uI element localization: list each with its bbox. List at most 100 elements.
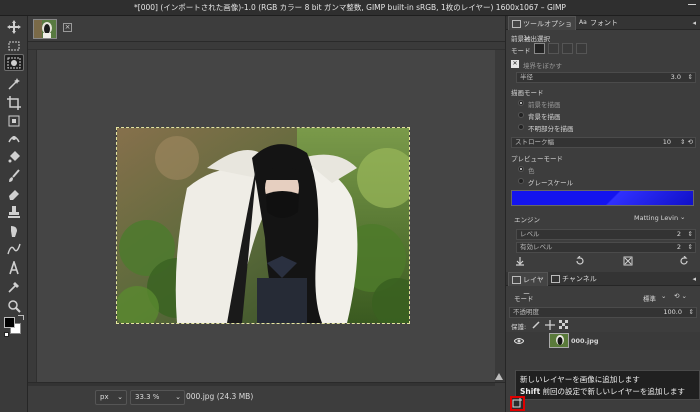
navigate-icon[interactable]	[495, 373, 503, 380]
composite-mode-icon[interactable]: ⟲ ⌄	[674, 292, 687, 300]
layers-icon	[512, 276, 521, 284]
layers-tabs: レイヤー チャンネル ◂	[506, 272, 700, 298]
canvas-area[interactable]	[28, 42, 505, 382]
active-levels-field[interactable]: 有効レベル 2 ⇕	[516, 242, 696, 253]
zoom-select[interactable]: 33.3 % ⌄	[130, 390, 185, 405]
close-tab-icon[interactable]: ×	[63, 23, 72, 32]
minimize-button[interactable]	[688, 4, 696, 5]
eraser-tool-icon[interactable]	[4, 185, 24, 202]
eye-icon[interactable]	[513, 335, 525, 347]
draw-foreground-radio[interactable]	[518, 100, 524, 106]
file-info: 000.jpg (24.3 MB)	[186, 392, 254, 401]
foreground-color-swatch[interactable]	[4, 317, 15, 328]
channels-icon	[551, 275, 560, 283]
tab-tool-options[interactable]: ツールオプション	[508, 16, 576, 42]
vertical-ruler[interactable]	[28, 50, 37, 382]
color-picker-tool-icon[interactable]	[4, 278, 24, 295]
levels-field[interactable]: レベル 2 ⇕	[516, 229, 696, 240]
opacity-label: 不透明度	[513, 308, 539, 316]
spin-icon[interactable]: ⇕ ⟲	[680, 138, 693, 147]
tab-layers[interactable]: レイヤー	[508, 272, 548, 298]
preview-mode-option: 色	[528, 167, 535, 175]
unified-transform-tool-icon[interactable]	[4, 112, 24, 129]
default-colors-icon[interactable]	[4, 332, 9, 337]
preview-color-swatch[interactable]	[511, 190, 694, 206]
mode-subtract-button[interactable]	[562, 43, 573, 54]
layer-mode-value[interactable]: 標準	[643, 293, 656, 303]
smudge-tool-icon[interactable]	[4, 222, 24, 239]
lock-alpha-icon[interactable]	[558, 319, 570, 331]
horizontal-ruler[interactable]	[28, 42, 505, 50]
crop-tool-icon[interactable]	[4, 94, 24, 111]
lock-pixels-icon[interactable]	[530, 319, 542, 331]
engine-value[interactable]: Matting Levin	[634, 214, 678, 222]
path-tool-icon[interactable]	[4, 240, 24, 257]
move-tool-icon[interactable]	[4, 18, 24, 35]
draw-background-radio[interactable]	[518, 112, 524, 118]
preview-color-radio[interactable]	[518, 166, 524, 172]
draw-mode-label: 描画モード	[511, 89, 544, 97]
rect-select-tool-icon[interactable]	[4, 37, 24, 54]
vertical-scrollbar[interactable]	[495, 50, 505, 382]
reset-options-icon[interactable]	[678, 255, 690, 267]
layer-thumbnail[interactable]	[549, 333, 569, 348]
mode-add-button[interactable]	[548, 43, 559, 54]
paintbrush-tool-icon[interactable]	[4, 167, 24, 184]
layer-row[interactable]: 000.jpg	[506, 332, 700, 350]
new-layer-button[interactable]	[510, 396, 525, 411]
radius-value: 3.0	[670, 73, 681, 81]
chevron-down-icon: ⌄	[117, 393, 123, 401]
toolbox	[0, 16, 28, 412]
spin-icon[interactable]: ⇕	[689, 308, 694, 317]
stroke-label: ストローク幅	[515, 138, 554, 146]
spin-icon[interactable]: ⇕	[688, 230, 693, 239]
stroke-value: 10	[662, 138, 671, 146]
preview-grayscale-radio[interactable]	[518, 178, 524, 184]
opacity-value: 100.0	[663, 308, 682, 316]
zoom-tool-icon[interactable]	[4, 297, 24, 314]
feather-label: 境界をぼかす	[523, 62, 562, 70]
window-title: *[000] (インポートされた画像)-1.0 (RGB カラー 8 bit ガ…	[134, 3, 566, 12]
mode-replace-button[interactable]	[534, 43, 545, 54]
image-canvas[interactable]	[116, 127, 410, 324]
chevron-down-icon[interactable]: ⌄	[661, 292, 666, 300]
opacity-field[interactable]: 不透明度 100.0 ⇕	[509, 307, 697, 318]
layer-name[interactable]: 000.jpg	[571, 337, 599, 345]
warp-transform-tool-icon[interactable]	[4, 130, 24, 147]
swap-colors-icon[interactable]	[18, 315, 24, 320]
draw-mode-option: 不明部分を描画	[528, 125, 574, 133]
tab-channels[interactable]: チャンネル	[548, 272, 598, 286]
radius-field[interactable]: 半径 3.0 ⇕	[516, 72, 696, 83]
lock-position-icon[interactable]	[544, 319, 556, 331]
tool-options-tabs: ツールオプション Aa フォント ◂	[506, 16, 700, 42]
horizontal-scrollbar[interactable]	[28, 383, 495, 386]
panel-menu-icon[interactable]: ◂	[692, 19, 696, 27]
draw-mode-option: 前景を描画	[528, 101, 561, 109]
spin-icon[interactable]: ⇕	[688, 73, 693, 82]
lock-label: 保護:	[511, 323, 527, 331]
spin-icon[interactable]: ⇕	[688, 243, 693, 252]
text-tool-icon[interactable]	[4, 259, 24, 276]
image-thumbnail-tab[interactable]	[33, 19, 57, 39]
tool-options-icon	[512, 20, 521, 28]
clone-tool-icon[interactable]	[4, 203, 24, 220]
foreground-select-tool-icon[interactable]	[4, 54, 24, 71]
unit-select[interactable]: px ⌄	[95, 390, 127, 405]
bucket-fill-tool-icon[interactable]	[4, 148, 24, 165]
restore-options-icon[interactable]	[574, 255, 586, 267]
stroke-width-field[interactable]: ストローク幅 10 ⇕ ⟲	[511, 137, 696, 148]
new-layer-tooltip: 新しいレイヤーを画像に追加します Shift 前回の設定で新しいレイヤーを追加し…	[515, 370, 700, 400]
tab-fonts[interactable]: Aa フォント	[576, 16, 620, 30]
delete-options-icon[interactable]	[622, 255, 634, 267]
tab-label: チャンネル	[562, 275, 597, 283]
panel-menu-icon[interactable]: ◂	[692, 275, 696, 283]
fuzzy-select-tool-icon[interactable]	[4, 75, 24, 92]
chevron-down-icon[interactable]: ⌄	[680, 213, 685, 221]
mode-intersect-button[interactable]	[576, 43, 587, 54]
tab-label: フォント	[590, 19, 618, 27]
draw-unknown-radio[interactable]	[518, 124, 524, 130]
preview-mode-label: プレビューモード	[511, 155, 563, 163]
save-options-icon[interactable]	[514, 255, 526, 267]
feather-checkbox[interactable]: ✕	[511, 60, 519, 68]
active-levels-label: 有効レベル	[520, 243, 553, 251]
